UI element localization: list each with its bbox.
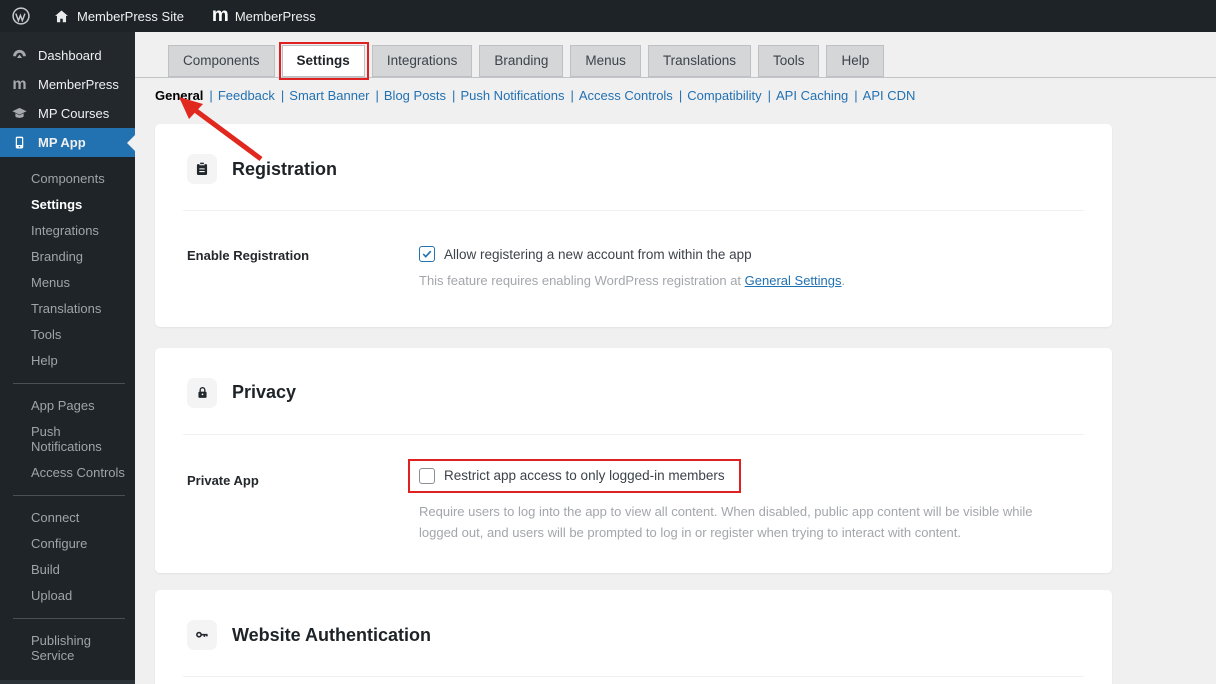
wordpress-logo-menu[interactable]: [0, 0, 42, 32]
tab-settings[interactable]: Settings: [278, 42, 369, 80]
submenu-separator: [13, 618, 125, 619]
memberpress-icon: m: [12, 75, 26, 93]
section-title-registration: Registration: [232, 158, 338, 179]
memberpress-adminbar-label: MemberPress: [234, 8, 316, 24]
admin-bar: MemberPress Site m MemberPress: [0, 0, 1216, 32]
general-settings-link[interactable]: General Settings: [745, 273, 842, 288]
submenu-item-help[interactable]: Help: [0, 348, 135, 374]
subnav-general[interactable]: General: [155, 88, 203, 103]
section-title-website-authentication: Website Authentication: [232, 624, 432, 645]
sidebar-item-memberpress[interactable]: m MemberPress: [0, 70, 135, 99]
submenu-item-app-pages[interactable]: App Pages: [0, 393, 135, 419]
section-title-privacy: Privacy: [232, 382, 297, 403]
highlight-box-private-app: Restrict app access to only logged-in me…: [408, 458, 741, 493]
subnav-separator: |: [678, 88, 683, 103]
smartphone-icon: [9, 134, 29, 151]
settings-tabbar: Components Settings Integrations Brandin…: [135, 32, 1216, 80]
website-authentication-card: Website Authentication Send users to the…: [155, 590, 1112, 684]
submenu-item-integrations[interactable]: Integrations: [0, 218, 135, 244]
subnav-separator: |: [570, 88, 574, 103]
subnav-api-caching[interactable]: API Caching: [776, 88, 848, 103]
submenu-item-upload[interactable]: Upload: [0, 583, 135, 609]
tab-integrations[interactable]: Integrations: [371, 45, 473, 77]
subnav-separator: |: [209, 88, 213, 103]
submenu-item-branding[interactable]: Branding: [0, 244, 135, 270]
tab-branding[interactable]: Branding: [479, 45, 564, 77]
subnav-access-controls[interactable]: Access Controls: [579, 88, 673, 103]
settings-subnav: General | Feedback | Smart Banner | Blog Posts…: [135, 78, 1216, 103]
sidebar-item-label: MP App: [38, 135, 86, 150]
tab-settings-label: Settings: [296, 53, 350, 68]
subnav-compatibility[interactable]: Compatibility: [687, 88, 761, 103]
subnav-blog-posts[interactable]: Blog Posts: [384, 88, 446, 103]
subnav-separator: |: [854, 88, 858, 103]
enable-registration-checkbox[interactable]: [419, 246, 435, 262]
sidebar-item-mp-courses[interactable]: MP Courses: [0, 99, 135, 128]
home-icon: [53, 8, 70, 25]
tab-components[interactable]: Components: [168, 45, 275, 77]
submenu-item-translations[interactable]: Translations: [0, 296, 135, 322]
subnav-separator: |: [767, 88, 772, 103]
field-label-enable-registration: Enable Registration: [187, 248, 310, 263]
submenu-item-tools[interactable]: Tools: [0, 322, 135, 348]
subnav-separator: |: [280, 88, 285, 103]
submenu-item-build[interactable]: Build: [0, 557, 135, 583]
sidebar-item-label: MP Courses: [38, 106, 110, 121]
subnav-api-cdn[interactable]: API CDN: [863, 88, 916, 103]
submenu-item-access-controls[interactable]: Access Controls: [0, 460, 135, 486]
site-name: MemberPress Site: [77, 8, 184, 24]
submenu-item-publishing-service[interactable]: Publishing Service: [0, 628, 135, 669]
submenu-separator: [13, 383, 125, 384]
content-area: Components Settings Integrations Brandin…: [135, 32, 1216, 684]
subnav-smart-banner[interactable]: Smart Banner: [289, 88, 369, 103]
private-app-helper: Require users to log into the app to vie…: [419, 503, 1033, 540]
submenu-item-menus[interactable]: Menus: [0, 270, 135, 296]
courses-icon: [9, 105, 29, 122]
sidebar-bottom-menu: Posts Media Pages: [0, 680, 135, 684]
sidebar-item-label: MemberPress: [38, 77, 119, 92]
sidebar-item-label: Dashboard: [38, 48, 102, 63]
enable-registration-helper: This feature requires enabling WordPress…: [419, 271, 1067, 292]
admin-sidebar: Dashboard m MemberPress MP Courses MP Ap…: [0, 32, 135, 684]
privacy-card: Privacy Private App Restrict app access …: [155, 347, 1112, 574]
subnav-push-notifications[interactable]: Push Notifications: [460, 88, 564, 103]
wordpress-logo-icon: [11, 6, 31, 26]
registration-card: Registration Enable Registration Allow r…: [155, 124, 1112, 327]
subnav-separator: |: [452, 88, 456, 103]
tab-translations[interactable]: Translations: [647, 45, 751, 77]
submenu-separator: [13, 495, 125, 496]
submenu-item-push-notifications[interactable]: Push Notifications: [0, 419, 135, 460]
sidebar-item-dashboard[interactable]: Dashboard: [0, 41, 135, 70]
tab-menus[interactable]: Menus: [570, 45, 641, 77]
helper-suffix: .: [841, 273, 846, 288]
dashboard-icon: [9, 47, 29, 64]
submenu-item-settings[interactable]: Settings: [0, 192, 135, 218]
private-app-checkbox[interactable]: [419, 467, 435, 484]
clipboard-icon: [187, 154, 217, 184]
submenu-item-components[interactable]: Components: [0, 166, 135, 192]
lock-icon: [187, 377, 217, 408]
submenu-item-connect[interactable]: Connect: [0, 505, 135, 531]
subnav-feedback[interactable]: Feedback: [218, 88, 275, 103]
site-name-link[interactable]: MemberPress Site: [42, 0, 195, 32]
field-label-private-app: Private App: [187, 472, 259, 488]
tab-help[interactable]: Help: [826, 45, 885, 77]
sidebar-item-mp-app[interactable]: MP App: [0, 128, 135, 157]
mp-app-submenu: Components Settings Integrations Brandin…: [0, 157, 135, 680]
memberpress-adminbar-menu[interactable]: m MemberPress: [201, 0, 327, 32]
private-app-checkbox-label: Restrict app access to only logged-in me…: [444, 468, 725, 484]
enable-registration-checkbox-label: Allow registering a new account from wit…: [444, 246, 752, 262]
subnav-separator: |: [375, 88, 379, 103]
memberpress-logo-icon: m: [211, 5, 229, 26]
helper-text: This feature requires enabling WordPress…: [419, 273, 742, 288]
key-icon: [187, 620, 217, 651]
tab-tools[interactable]: Tools: [757, 45, 820, 77]
submenu-item-configure[interactable]: Configure: [0, 531, 135, 557]
